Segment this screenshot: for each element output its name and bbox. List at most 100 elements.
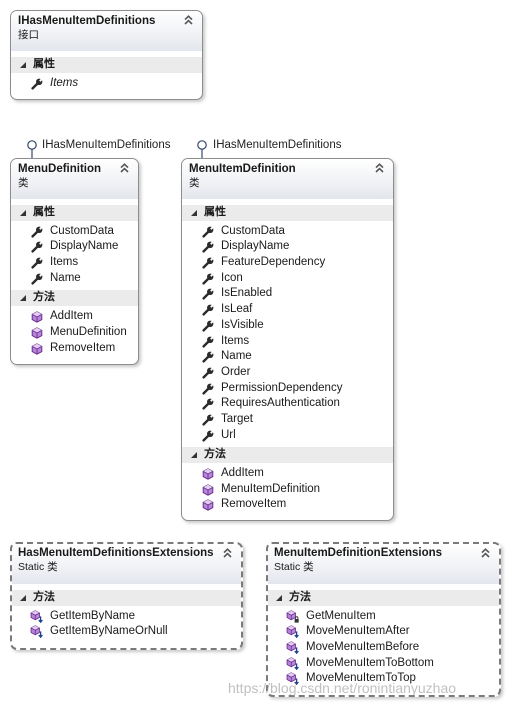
expanded-triangle-icon[interactable] [20,210,26,216]
wrench-icon [31,225,43,238]
method-movemenuitembefore[interactable]: MoveMenuItemBefore [268,640,499,656]
properties-compartment: 属性 CustomData DisplayName FeatureDepende… [182,205,393,443]
method-movemenuitemafter[interactable]: MoveMenuItemAfter [268,624,499,640]
method-menudefinition[interactable]: MenuDefinition [11,325,138,341]
shape-header[interactable]: IHasMenuItemDefinitions 接口 [11,11,202,51]
lollipop-icon [197,140,207,159]
section-label: 方法 [33,591,55,603]
property-featuredependency[interactable]: FeatureDependency [182,255,393,271]
shape-header[interactable]: MenuItemDefinition 类 [182,159,393,199]
section-header-properties[interactable]: 属性 [11,205,138,221]
section-label: 属性 [33,58,55,70]
methods-compartment: 方法 AddItem MenuDefinition RemoveItem [11,290,138,356]
method-icon [31,342,43,355]
property-isvisible[interactable]: IsVisible [182,318,393,334]
shape-title: MenuItemDefinition [189,163,296,175]
static-class-shape-menuitemdefinitionextensions[interactable]: MenuItemDefinitionExtensions Static 类 方法… [266,542,501,697]
class-shape-menuitemdefinition[interactable]: MenuItemDefinition 类 属性 CustomData Displ… [181,158,394,521]
method-getitembynameornull[interactable]: GetItemByNameOrNull [12,624,241,640]
method-menuitemdefinition[interactable]: MenuItemDefinition [182,482,393,498]
methods-compartment: 方法 AddItem MenuItemDefinition RemoveItem [182,447,393,513]
section-header-methods[interactable]: 方法 [12,590,241,606]
member-name: MenuDefinition [50,325,127,338]
property-items[interactable]: Items [11,255,138,271]
double-chevron-up-icon[interactable] [184,15,193,25]
property-target[interactable]: Target [182,412,393,428]
shape-header[interactable]: HasMenuItemDefinitionsExtensions Static … [12,544,241,584]
member-name: MoveMenuItemAfter [306,625,410,638]
shape-stereotype: 类 [189,177,200,189]
property-items[interactable]: Items [182,334,393,350]
property-isleaf[interactable]: IsLeaf [182,302,393,318]
member-name: GetItemByName [50,609,135,622]
method-additem[interactable]: AddItem [11,309,138,325]
property-order[interactable]: Order [182,365,393,381]
extension-method-icon [30,610,43,623]
method-getitembyname[interactable]: GetItemByName [12,609,241,625]
property-customdata[interactable]: CustomData [182,224,393,240]
expanded-triangle-icon[interactable] [276,595,282,601]
member-name: Items [221,334,250,347]
double-chevron-up-icon[interactable] [223,548,232,558]
property-url[interactable]: Url [182,428,393,444]
section-header-properties[interactable]: 属性 [11,57,202,73]
method-removeitem[interactable]: RemoveItem [182,497,393,513]
member-name: GetItemByNameOrNull [50,625,168,638]
implemented-interface-label[interactable]: IHasMenuItemDefinitions [42,138,170,152]
expanded-triangle-icon[interactable] [20,62,26,68]
method-removeitem[interactable]: RemoveItem [11,341,138,357]
double-chevron-up-icon[interactable] [375,163,384,173]
property-items[interactable]: Items [11,76,202,92]
shape-title: IHasMenuItemDefinitions [18,15,156,27]
wrench-icon [202,304,214,316]
section-header-methods[interactable]: 方法 [268,590,499,606]
member-name: Icon [221,271,243,284]
property-isenabled[interactable]: IsEnabled [182,286,393,302]
wrench-icon [202,398,214,410]
implemented-interface-label[interactable]: IHasMenuItemDefinitions [213,138,341,152]
section-header-methods[interactable]: 方法 [182,447,393,463]
method-movemenuitemtobottom[interactable]: MoveMenuItemToBottom [268,656,499,672]
wrench-icon [202,288,214,301]
wrench-icon [202,413,214,426]
static-class-shape-hasmenuitemdefinitionsextensions[interactable]: HasMenuItemDefinitionsExtensions Static … [10,542,243,650]
double-chevron-up-icon[interactable] [481,548,490,558]
expanded-triangle-icon[interactable] [191,452,197,459]
property-icon[interactable]: Icon [182,271,393,287]
method-movemenuitemtotop[interactable]: MoveMenuItemToTop [268,671,499,687]
class-shape-menudefinition[interactable]: MenuDefinition 类 属性 CustomData DisplayNa… [10,158,139,365]
member-name: DisplayName [50,240,119,253]
method-icon [202,499,214,512]
property-permissiondependency[interactable]: PermissionDependency [182,381,393,397]
expanded-triangle-icon[interactable] [191,210,197,216]
member-name: CustomData [221,224,285,237]
expanded-triangle-icon[interactable] [20,595,26,601]
methods-compartment: 方法 GetMenuItem MoveMenuItemAfter MoveMen… [268,590,499,687]
shape-stereotype: Static 类 [274,561,314,573]
property-displayname[interactable]: DisplayName [11,239,138,255]
property-name[interactable]: Name [11,271,138,287]
method-additem[interactable]: AddItem [182,466,393,482]
member-name: MoveMenuItemToTop [306,672,416,685]
section-header-methods[interactable]: 方法 [11,290,138,307]
double-chevron-up-icon[interactable] [120,163,129,173]
property-requiresauthentication[interactable]: RequiresAuthentication [182,396,393,412]
member-name: PermissionDependency [221,381,343,394]
wrench-icon [202,225,214,238]
section-header-properties[interactable]: 属性 [182,205,393,221]
shape-header[interactable]: MenuDefinition 类 [11,159,138,199]
expanded-triangle-icon[interactable] [20,295,26,302]
member-name: FeatureDependency [221,256,326,269]
wrench-icon [31,241,43,253]
section-label: 方法 [289,591,311,603]
section-label: 方法 [204,448,226,461]
member-name: Target [221,412,253,425]
property-displayname[interactable]: DisplayName [182,239,393,255]
shape-header[interactable]: MenuItemDefinitionExtensions Static 类 [268,544,499,584]
property-name[interactable]: Name [182,349,393,365]
member-name: RemoveItem [221,498,287,511]
interface-shape-ihasmenuitemdefinitions[interactable]: IHasMenuItemDefinitions 接口 属性 Items [10,10,203,100]
wrench-icon [202,272,214,285]
property-customdata[interactable]: CustomData [11,224,138,240]
method-getmenuitem[interactable]: GetMenuItem [268,609,499,625]
